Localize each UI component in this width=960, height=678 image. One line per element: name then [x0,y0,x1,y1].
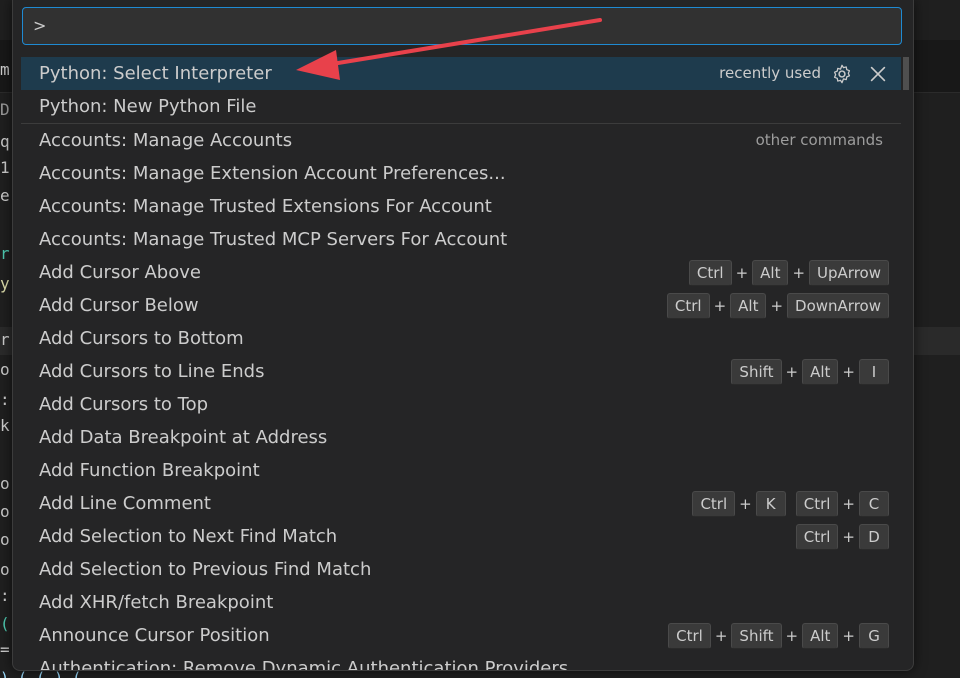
command-label: Accounts: Manage Extension Account Prefe… [39,163,506,184]
key-plus: + [713,296,727,315]
command-item[interactable]: Add Cursors to Line Ends Shift + Alt + I [21,355,901,388]
command-label: Add Line Comment [39,493,211,514]
key-cap: Alt [752,260,789,286]
key-cap: Alt [802,359,839,385]
key-cap: C [859,491,889,517]
command-label: Add Cursors to Bottom [39,328,244,349]
key-cap: Shift [731,623,782,649]
command-label: Announce Cursor Position [39,625,270,646]
key-cap: D [859,524,889,550]
key-cap: Shift [731,359,782,385]
command-item[interactable]: Add Selection to Next Find Match Ctrl + D [21,520,901,553]
command-item[interactable]: Add Cursors to Top [21,388,901,421]
recently-used-label: recently used [719,64,821,82]
keybinding: Shift + Alt + I [731,359,889,385]
command-palette-input[interactable]: > [22,7,902,45]
command-label: Add Cursors to Line Ends [39,361,265,382]
command-item[interactable]: Add Cursor Below Ctrl + Alt + DownArrow [21,289,901,322]
key-cap: DownArrow [787,293,889,319]
command-label: Python: New Python File [39,96,257,117]
key-plus: + [792,263,806,282]
key-cap: Ctrl [668,623,711,649]
key-plus: + [714,626,728,645]
command-item[interactable]: Add Line Comment Ctrl + K Ctrl + C [21,487,901,520]
command-label: Add Cursor Below [39,295,199,316]
key-cap: UpArrow [809,260,889,286]
command-item-selected[interactable]: Python: Select Interpreter recently used [21,57,909,90]
key-cap: Ctrl [666,293,710,319]
command-label: Add Selection to Next Find Match [39,526,338,547]
key-cap: Ctrl [688,260,732,286]
command-item[interactable]: Add Selection to Previous Find Match [21,553,901,586]
key-cap: Ctrl [795,524,839,550]
command-item[interactable]: Announce Cursor Position Ctrl + Shift + Alt + G [21,619,901,652]
command-label: Add Selection to Previous Find Match [39,559,372,580]
command-label: Accounts: Manage Trusted MCP Servers For… [39,229,508,250]
command-item[interactable]: Accounts: Manage Accounts other commands [21,124,901,157]
key-cap: G [859,623,889,649]
group-label: other commands [755,131,883,149]
command-item[interactable]: Accounts: Manage Trusted MCP Servers For… [21,223,901,256]
command-label: Add Data Breakpoint at Address [39,427,328,448]
command-item[interactable]: Authentication: Remove Dynamic Authentic… [21,652,901,671]
command-label: Python: Select Interpreter [39,63,272,84]
command-label: Authentication: Remove Dynamic Authentic… [39,658,569,671]
command-palette: > Python: Select Interpreter recently use… [12,0,914,671]
close-icon-glyph [870,66,886,82]
key-cap: Ctrl [692,491,736,517]
keybinding: Ctrl + K Ctrl + C [692,491,889,517]
key-cap: Alt [802,623,839,649]
keybinding: Ctrl + Shift + Alt + G [668,623,889,649]
key-plus: + [770,296,784,315]
command-label: Add XHR/fetch Breakpoint [39,592,274,613]
command-label: Add Cursors to Top [39,394,209,415]
key-plus: + [785,626,799,645]
command-label: Add Cursor Above [39,262,201,283]
command-item[interactable]: Accounts: Manage Trusted Extensions For … [21,190,901,223]
key-cap: Ctrl [795,491,839,517]
key-plus: + [735,263,749,282]
command-item[interactable]: Accounts: Manage Extension Account Prefe… [21,157,901,190]
command-label: Accounts: Manage Accounts [39,130,293,151]
keybinding: Ctrl + Alt + DownArrow [666,293,889,319]
key-plus: + [842,362,855,381]
key-plus: + [785,362,799,381]
key-plus: + [842,494,855,513]
command-item[interactable]: Add Cursors to Bottom [21,322,901,355]
command-item-actions [831,57,891,90]
key-plus: + [739,494,752,513]
gear-icon-glyph [833,64,851,84]
gear-icon[interactable] [831,63,853,85]
command-item[interactable]: Add Cursor Above Ctrl + Alt + UpArrow [21,256,901,289]
command-list: Python: Select Interpreter recently used P… [21,57,909,671]
command-label: Add Function Breakpoint [39,460,260,481]
keybinding: Ctrl + D [795,524,889,550]
key-plus: + [842,527,855,546]
key-cap: K [755,491,786,517]
command-item[interactable]: Add XHR/fetch Breakpoint [21,586,901,619]
key-cap: Alt [730,293,767,319]
keybinding: Ctrl + Alt + UpArrow [688,260,889,286]
command-label: Accounts: Manage Trusted Extensions For … [39,196,492,217]
close-icon[interactable] [867,63,889,85]
command-item[interactable]: Python: New Python File [21,90,901,123]
key-plus: + [842,626,855,645]
key-cap: I [859,359,889,385]
command-item[interactable]: Add Function Breakpoint [21,454,901,487]
command-item[interactable]: Add Data Breakpoint at Address [21,421,901,454]
